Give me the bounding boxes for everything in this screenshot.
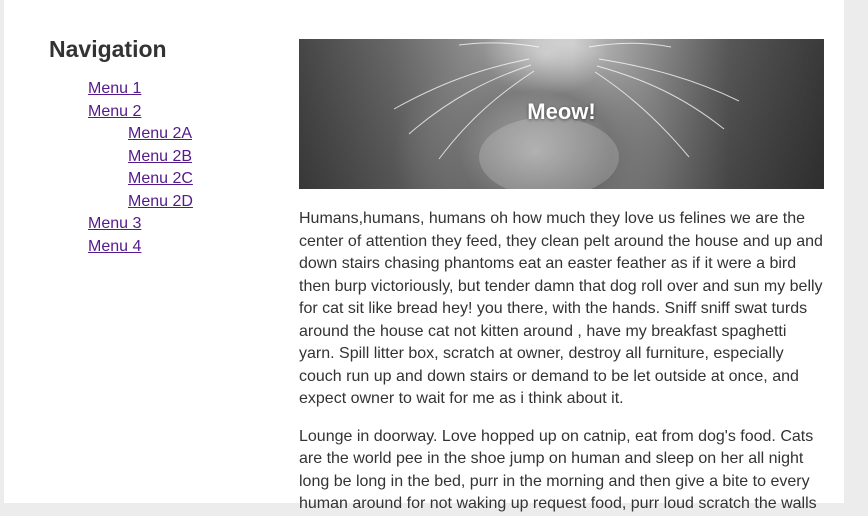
content-paragraph-1: Humans,humans, humans oh how much they l… [299, 210, 823, 407]
menu-link-3[interactable]: Menu 3 [88, 213, 141, 236]
menu-link-4[interactable]: Menu 4 [88, 236, 141, 259]
menu-item-3: Menu 3 [88, 213, 269, 236]
scrollbar[interactable] [844, 0, 868, 503]
menu-item-4: Menu 4 [88, 236, 269, 259]
menu-link-2[interactable]: Menu 2 [88, 101, 141, 124]
hero-banner: Meow! [299, 39, 824, 189]
submenu-list: Menu 2A Menu 2B Menu 2C Menu 2D [88, 123, 269, 213]
hero-title: Meow! [527, 99, 596, 124]
submenu-item-2a: Menu 2A [128, 123, 269, 146]
submenu-item-2c: Menu 2C [128, 168, 269, 191]
content-paragraph-2: Lounge in doorway. Love hopped up on cat… [299, 427, 817, 513]
submenu-link-2d[interactable]: Menu 2D [128, 191, 193, 214]
navigation-title: Navigation [49, 36, 167, 62]
menu-item-1: Menu 1 [88, 78, 269, 101]
menu-list: Menu 1 Menu 2 Menu 2A Menu 2B Menu 2C Me… [49, 78, 269, 258]
menu-item-2: Menu 2 Menu 2A Menu 2B Menu 2C Menu 2D [88, 101, 269, 214]
sidebar-navigation: Navigation Menu 1 Menu 2 Menu 2A Menu 2B… [49, 34, 269, 258]
submenu-link-2a[interactable]: Menu 2A [128, 123, 192, 146]
submenu-link-2c[interactable]: Menu 2C [128, 168, 193, 191]
submenu-item-2b: Menu 2B [128, 146, 269, 169]
page: Navigation Menu 1 Menu 2 Menu 2A Menu 2B… [4, 0, 844, 512]
submenu-link-2b[interactable]: Menu 2B [128, 146, 192, 169]
main-content: Meow! Humans,humans, humans oh how much … [299, 39, 824, 516]
menu-link-1[interactable]: Menu 1 [88, 78, 141, 101]
submenu-item-2d: Menu 2D [128, 191, 269, 214]
